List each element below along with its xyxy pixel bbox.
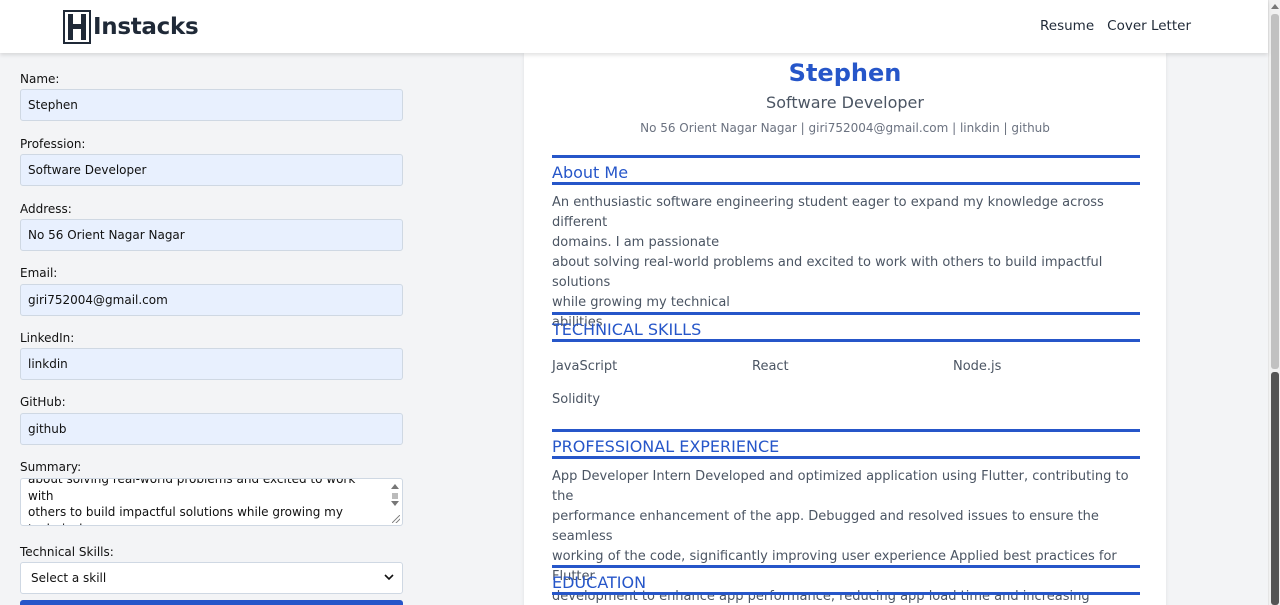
- brand-name: Instacks: [93, 14, 199, 40]
- scroll-up-icon[interactable]: [1271, 4, 1279, 9]
- top-navbar: Instacks Resume Cover Letter: [0, 0, 1268, 53]
- section-rule: [552, 592, 1140, 595]
- skill-item: React: [752, 359, 789, 374]
- brand-logo[interactable]: Instacks: [63, 9, 199, 45]
- address-label: Address:: [20, 202, 72, 216]
- name-label: Name:: [20, 72, 60, 86]
- address-input[interactable]: No 56 Orient Nagar Nagar: [20, 219, 403, 251]
- summary-text: about solving real-world problems and ex…: [28, 478, 356, 525]
- nav-links: Resume Cover Letter: [1040, 18, 1191, 34]
- scroll-thumb[interactable]: [392, 493, 398, 499]
- experience-title: PROFESSIONAL EXPERIENCE: [552, 437, 780, 456]
- chevron-down-icon: [384, 574, 394, 581]
- skill-item: Solidity: [552, 392, 601, 407]
- scroll-down-icon[interactable]: [391, 501, 399, 506]
- profession-input[interactable]: Software Developer: [20, 154, 403, 186]
- section-rule: [552, 182, 1140, 185]
- name-input[interactable]: Stephen: [20, 89, 403, 121]
- section-rule: [552, 565, 1140, 568]
- resume-contact-line: No 56 Orient Nagar Nagar | giri752004@gm…: [640, 121, 1050, 135]
- resume-profession: Software Developer: [766, 93, 924, 112]
- resize-handle-icon[interactable]: [392, 515, 400, 523]
- summary-label: Summary:: [20, 460, 82, 474]
- skills-title: TECHNICAL SKILLS: [552, 320, 702, 339]
- section-rule: [552, 312, 1140, 315]
- section-rule: [552, 456, 1140, 459]
- section-rule: [552, 429, 1140, 432]
- summary-textarea[interactable]: about solving real-world problems and ex…: [20, 478, 403, 526]
- logo-mark-icon: [63, 10, 91, 44]
- skill-item: Node.js: [953, 359, 1002, 374]
- page-scroll-thumb[interactable]: [1271, 372, 1279, 605]
- resume-preview-area: Stephen Software Developer No 56 Orient …: [423, 53, 1268, 605]
- page-scrollbar[interactable]: [1268, 0, 1280, 605]
- section-rule: [552, 339, 1140, 342]
- skill-item: JavaScript: [552, 359, 618, 374]
- add-skill-button[interactable]: [20, 600, 403, 605]
- github-input[interactable]: github: [20, 413, 403, 445]
- skill-select[interactable]: Select a skill: [20, 562, 403, 594]
- nav-link-resume[interactable]: Resume: [1040, 18, 1094, 34]
- page-scroll-track[interactable]: [1271, 14, 1279, 369]
- email-label: Email:: [20, 266, 58, 280]
- linkedin-label: LinkedIn:: [20, 331, 75, 345]
- skill-select-value: Select a skill: [31, 571, 107, 585]
- resume-form-panel: Name: Stephen Profession: Software Devel…: [0, 53, 423, 605]
- github-label: GitHub:: [20, 395, 66, 409]
- resume-paper: Stephen Software Developer No 56 Orient …: [524, 53, 1166, 605]
- nav-link-cover-letter[interactable]: Cover Letter: [1107, 18, 1191, 34]
- scroll-up-icon[interactable]: [391, 484, 399, 489]
- profession-label: Profession:: [20, 137, 86, 151]
- resume-name: Stephen: [788, 59, 902, 87]
- education-title: EDUCATION: [552, 573, 647, 592]
- about-title: About Me: [552, 163, 629, 182]
- skills-label: Technical Skills:: [20, 545, 114, 559]
- section-rule: [552, 155, 1140, 158]
- linkedin-input[interactable]: linkdin: [20, 348, 403, 380]
- email-input[interactable]: giri752004@gmail.com: [20, 284, 403, 316]
